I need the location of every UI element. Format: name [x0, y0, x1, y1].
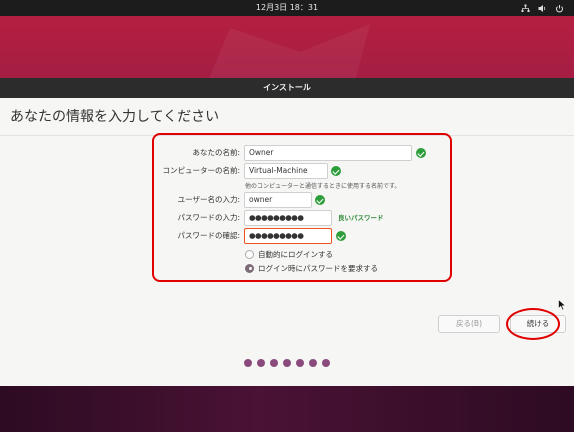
- power-icon[interactable]: [555, 4, 564, 13]
- progress-dot: [244, 359, 252, 367]
- back-button[interactable]: 戻る(B): [438, 315, 500, 333]
- form-highlight-annotation: [152, 133, 452, 282]
- wallpaper-bottom: [0, 386, 574, 432]
- progress-dot: [322, 359, 330, 367]
- continue-highlight-annotation: [506, 308, 560, 340]
- progress-dot: [257, 359, 265, 367]
- progress-dot: [309, 359, 317, 367]
- clock[interactable]: 12月3日 18：31: [0, 0, 574, 16]
- progress-dot: [283, 359, 291, 367]
- window-title: インストール: [0, 78, 574, 98]
- page-title: あなたの情報を入力してください: [0, 98, 574, 136]
- progress-dot: [270, 359, 278, 367]
- progress-dots: [244, 359, 330, 367]
- system-tray[interactable]: [521, 0, 564, 16]
- volume-icon[interactable]: [538, 4, 547, 13]
- progress-dot: [296, 359, 304, 367]
- network-icon[interactable]: [521, 4, 530, 13]
- mouse-cursor-icon: [558, 299, 566, 311]
- top-bar: 12月3日 18：31: [0, 0, 574, 16]
